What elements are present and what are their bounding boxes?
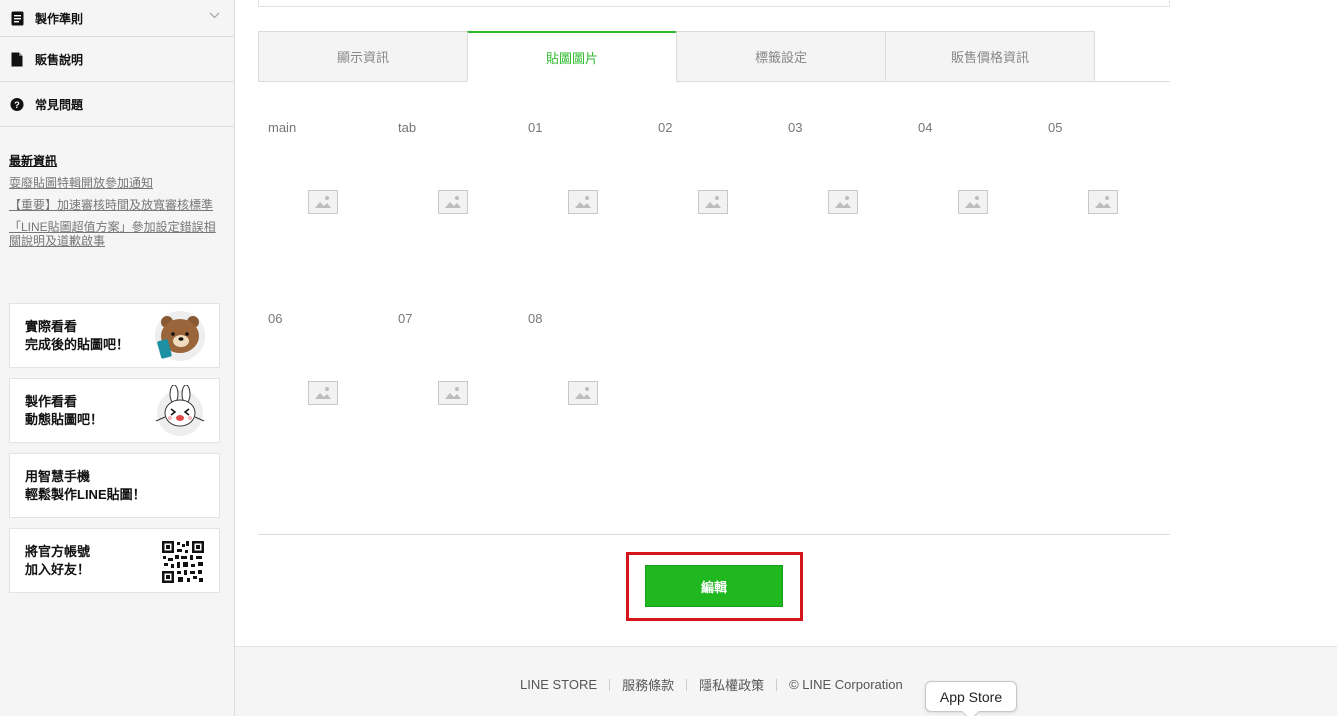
footer-link-privacy[interactable]: 隱私權政策 bbox=[699, 675, 764, 694]
promo-text: 將官方帳號 加入好友！ bbox=[25, 543, 91, 577]
main-content: 顯示資訊 貼圖圖片 標籤設定 販售價格資訊 main tab 01 02 03 … bbox=[235, 0, 1337, 716]
sticker-cell-06[interactable]: 06 bbox=[268, 311, 398, 326]
promo-animated-stickers[interactable]: 製作看看 動態貼圖吧！ bbox=[9, 378, 220, 443]
tab-tag-settings[interactable]: 標籤設定 bbox=[676, 31, 886, 82]
question-icon: ? bbox=[10, 96, 24, 112]
news-title[interactable]: 最新資訊 bbox=[9, 152, 224, 169]
promo-official-account[interactable]: 將官方帳號 加入好友！ bbox=[9, 528, 220, 593]
footer-separator bbox=[686, 678, 688, 691]
image-placeholder-icon[interactable] bbox=[438, 381, 468, 405]
news-link[interactable]: 【重要】加速審核時間及放寬審核標準 bbox=[9, 198, 224, 212]
promo-text: 製作看看 動態貼圖吧！ bbox=[25, 393, 104, 427]
footer: LINE STORE 服務條款 隱私權政策 © LINE Corporation… bbox=[235, 646, 1337, 716]
sticker-label: tab bbox=[398, 120, 417, 135]
promo-text: 用智慧手機 輕鬆製作LINE貼圖！ bbox=[25, 468, 146, 502]
sticker-label: 02 bbox=[658, 120, 673, 135]
image-placeholder-icon[interactable] bbox=[308, 381, 338, 405]
file-icon bbox=[10, 51, 24, 67]
sticker-label: 06 bbox=[268, 311, 283, 326]
sticker-cell-tab[interactable]: tab bbox=[398, 120, 528, 135]
image-placeholder-icon[interactable] bbox=[1088, 190, 1118, 214]
tab-sales-price-info[interactable]: 販售價格資訊 bbox=[885, 31, 1095, 82]
qr-code-icon bbox=[161, 540, 205, 584]
app-store-tooltip: App Store bbox=[925, 681, 1017, 712]
sidebar-item-guidelines[interactable]: 製作準則 bbox=[0, 0, 234, 37]
brown-bear-icon bbox=[153, 310, 207, 362]
edit-button[interactable]: 編輯 bbox=[645, 565, 783, 607]
sticker-label: 07 bbox=[398, 311, 413, 326]
footer-link-line-store[interactable]: LINE STORE bbox=[520, 677, 597, 692]
sticker-label: 05 bbox=[1048, 120, 1063, 135]
footer-separator bbox=[609, 678, 611, 691]
sticker-label: 08 bbox=[528, 311, 543, 326]
sidebar-item-label: 製作準則 bbox=[35, 11, 84, 26]
sticker-cell-05[interactable]: 05 bbox=[1048, 120, 1178, 135]
image-placeholder-icon[interactable] bbox=[438, 190, 468, 214]
image-placeholder-icon[interactable] bbox=[568, 190, 598, 214]
sticker-cell-04[interactable]: 04 bbox=[918, 120, 1048, 135]
document-icon bbox=[10, 10, 24, 26]
footer-separator bbox=[776, 678, 778, 691]
sticker-label: 04 bbox=[918, 120, 933, 135]
sidebar-item-label: 常見問題 bbox=[35, 97, 84, 112]
sticker-cell-02[interactable]: 02 bbox=[658, 120, 788, 135]
promo-smartphone[interactable]: 用智慧手機 輕鬆製作LINE貼圖！ bbox=[9, 453, 220, 518]
sidebar-item-sales[interactable]: 販售說明 bbox=[0, 37, 234, 82]
sticker-cell-07[interactable]: 07 bbox=[398, 311, 528, 326]
top-panel-edge bbox=[258, 0, 1170, 7]
news-link[interactable]: 耍廢貼圖特輯開放參加通知 bbox=[9, 176, 224, 190]
news-section: 最新資訊 耍廢貼圖特輯開放參加通知 【重要】加速審核時間及放寬審核標準 「LIN… bbox=[0, 127, 234, 248]
copyright: © LINE Corporation bbox=[789, 677, 903, 692]
sticker-cell-main[interactable]: main bbox=[268, 120, 398, 135]
svg-text:?: ? bbox=[14, 99, 20, 109]
promo-preview-stickers[interactable]: 實際看看 完成後的貼圖吧！ bbox=[9, 303, 220, 368]
image-placeholder-icon[interactable] bbox=[958, 190, 988, 214]
cony-rabbit-icon bbox=[153, 384, 207, 437]
tab-display-info[interactable]: 顯示資訊 bbox=[258, 31, 468, 82]
divider bbox=[258, 534, 1170, 535]
news-link[interactable]: 「LINE貼圖超值方案」參加設定錯誤相關說明及道歉啟事 bbox=[9, 220, 224, 248]
chevron-down-icon[interactable] bbox=[209, 8, 220, 22]
tab-bar: 顯示資訊 貼圖圖片 標籤設定 販售價格資訊 bbox=[258, 31, 1170, 82]
tab-sticker-images[interactable]: 貼圖圖片 bbox=[467, 31, 677, 82]
sticker-cell-01[interactable]: 01 bbox=[528, 120, 658, 135]
image-placeholder-icon[interactable] bbox=[698, 190, 728, 214]
footer-links: LINE STORE 服務條款 隱私權政策 © LINE Corporation bbox=[520, 675, 903, 694]
sticker-label: 03 bbox=[788, 120, 803, 135]
sticker-cell-08[interactable]: 08 bbox=[528, 311, 658, 326]
image-placeholder-icon[interactable] bbox=[828, 190, 858, 214]
footer-link-terms[interactable]: 服務條款 bbox=[622, 675, 674, 694]
sticker-label: main bbox=[268, 120, 297, 135]
image-placeholder-icon[interactable] bbox=[568, 381, 598, 405]
sidebar-item-label: 販售說明 bbox=[35, 52, 84, 67]
sidebar: 製作準則 販售說明 ? 常見問題 最新資訊 耍廢貼圖特輯開放參加通知 【重要】加… bbox=[0, 0, 235, 716]
promo-text: 實際看看 完成後的貼圖吧！ bbox=[25, 318, 130, 352]
sticker-label: 01 bbox=[528, 120, 543, 135]
sticker-cell-03[interactable]: 03 bbox=[788, 120, 918, 135]
sidebar-item-faq[interactable]: ? 常見問題 bbox=[0, 82, 234, 127]
image-placeholder-icon[interactable] bbox=[308, 190, 338, 214]
